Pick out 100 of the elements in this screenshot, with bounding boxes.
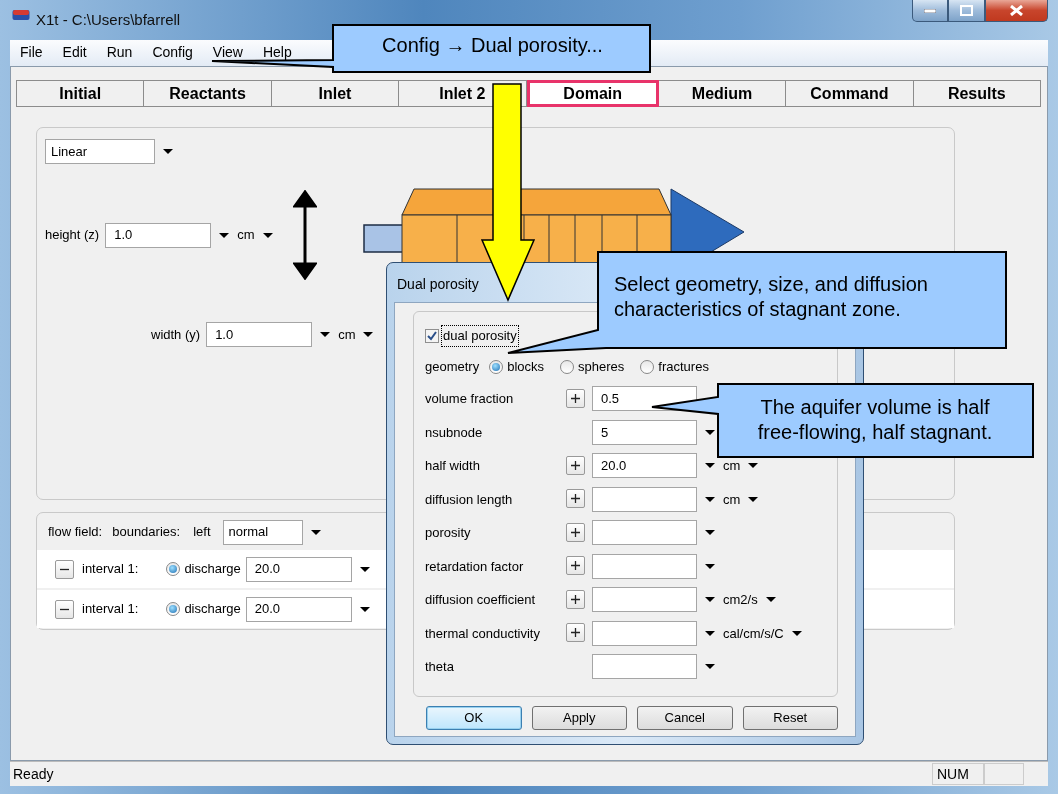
input-field[interactable] <box>592 553 697 579</box>
unit-dropdown[interactable]: cm <box>338 324 356 345</box>
field-label: interval 1: <box>82 600 139 619</box>
dropdown-arrow[interactable] <box>705 630 715 636</box>
checkbox-label: dual porosity <box>442 326 518 346</box>
dropdown-arrow[interactable] <box>705 664 715 670</box>
plus-icon <box>570 560 581 571</box>
add-button[interactable] <box>566 489 585 508</box>
unit-dropdown[interactable]: cm <box>723 456 741 476</box>
input-field[interactable] <box>592 520 697 546</box>
menu-item[interactable]: Config <box>152 42 193 63</box>
collapse-button[interactable] <box>55 559 74 579</box>
plus-icon <box>570 459 581 471</box>
dropdown-arrow[interactable] <box>705 463 715 469</box>
dropdown-arrow[interactable] <box>765 597 776 603</box>
input-field[interactable] <box>592 486 697 512</box>
dropdown-arrow[interactable] <box>219 232 230 238</box>
field-label: theta <box>425 658 455 676</box>
tab[interactable]: Inlet <box>271 80 400 107</box>
plus-icon <box>570 593 581 605</box>
add-button[interactable] <box>566 589 585 609</box>
dropdown-arrow[interactable] <box>359 566 370 572</box>
field-label: interval 1: <box>82 560 139 579</box>
dropdown-arrow[interactable] <box>310 529 321 535</box>
input-field[interactable]: 20.0 <box>592 453 697 479</box>
radio-button[interactable] <box>166 562 181 576</box>
dropdown-arrow[interactable] <box>705 496 715 502</box>
maximize-icon <box>960 5 973 16</box>
input-field[interactable]: 1.0 <box>206 322 313 347</box>
dropdown-arrow[interactable] <box>320 332 331 337</box>
unit-dropdown[interactable]: cm <box>237 225 255 245</box>
dropdown-arrow[interactable] <box>705 530 715 536</box>
field-label: width (y) <box>151 325 201 344</box>
callout-text: Config → Dual porosity... <box>381 33 604 58</box>
app-icon <box>12 9 30 21</box>
option-label: spheres <box>578 358 625 377</box>
plus-icon <box>570 627 581 638</box>
plus-icon <box>570 493 581 504</box>
input-field[interactable]: 5 <box>592 419 697 445</box>
input-field[interactable] <box>592 654 697 680</box>
add-button[interactable] <box>566 556 585 575</box>
dropdown-arrow[interactable] <box>262 232 273 238</box>
dialog-button[interactable]: OK <box>426 706 522 730</box>
menu-item[interactable]: File <box>20 42 43 63</box>
menu-item[interactable]: Help <box>262 42 292 63</box>
menu-item[interactable]: Edit <box>62 42 87 63</box>
add-button[interactable] <box>566 522 585 542</box>
dialog-button[interactable]: Cancel <box>637 706 733 730</box>
add-button[interactable] <box>566 623 585 642</box>
input-field[interactable]: 20.0 <box>245 596 352 622</box>
unit-dropdown[interactable]: cm2/s <box>723 590 758 610</box>
field-label: flow field: <box>48 523 103 542</box>
minimize-button[interactable] <box>912 0 948 22</box>
dropdown-arrow[interactable] <box>363 332 374 337</box>
field-label: half width <box>425 457 481 475</box>
tab[interactable]: Reactants <box>144 80 272 107</box>
field-label: left <box>193 523 211 542</box>
field-label: geometry <box>425 358 480 377</box>
tab[interactable]: Domain <box>526 80 659 107</box>
field-label: volume fraction <box>425 390 515 408</box>
status-pane <box>984 763 1024 785</box>
close-button[interactable] <box>985 0 1048 22</box>
input-field[interactable]: 20.0 <box>245 556 352 582</box>
maximize-button[interactable] <box>948 0 985 22</box>
tab[interactable]: Medium <box>658 80 787 107</box>
dialog-button[interactable]: Reset <box>742 706 838 730</box>
tab[interactable]: Command <box>786 80 914 107</box>
unit-dropdown[interactable]: cal/cm/s/C <box>723 623 784 643</box>
tab[interactable]: Results <box>913 80 1041 107</box>
tab[interactable]: Initial <box>16 80 145 107</box>
menu-item[interactable]: View <box>212 42 243 63</box>
unit-dropdown[interactable]: cm <box>723 489 741 509</box>
dropdown-arrow[interactable] <box>748 496 759 502</box>
checkbox[interactable] <box>425 329 439 343</box>
add-button[interactable] <box>566 455 585 475</box>
input-field[interactable] <box>592 587 697 613</box>
dropdown-arrow[interactable] <box>163 149 173 154</box>
dropdown-arrow[interactable] <box>705 563 715 569</box>
input-field[interactable]: 1.0 <box>105 222 212 248</box>
dropdown-field[interactable]: Linear <box>45 139 155 164</box>
close-icon <box>1010 5 1023 16</box>
dropdown-field[interactable]: normal <box>222 519 303 545</box>
radio-button[interactable] <box>640 360 655 374</box>
option-label: fractures <box>658 358 709 377</box>
option-label: discharge <box>184 560 241 579</box>
radio-button[interactable] <box>166 602 181 616</box>
dropdown-arrow[interactable] <box>748 463 759 469</box>
dropdown-arrow[interactable] <box>705 597 715 603</box>
collapse-button[interactable] <box>55 599 74 619</box>
field-label: height (z) <box>45 226 100 245</box>
dialog-button[interactable]: Apply <box>531 706 627 730</box>
dropdown-arrow[interactable] <box>359 606 370 612</box>
radio-button[interactable] <box>489 360 504 374</box>
input-field[interactable] <box>592 620 697 646</box>
radio-button[interactable] <box>560 360 575 374</box>
plus-icon <box>570 392 581 404</box>
add-button[interactable] <box>566 388 585 408</box>
menu-item[interactable]: Run <box>106 42 133 63</box>
callout-text: The aquifer volume is half free-flowing, half stagnant. <box>756 395 994 445</box>
dropdown-arrow[interactable] <box>791 630 802 636</box>
